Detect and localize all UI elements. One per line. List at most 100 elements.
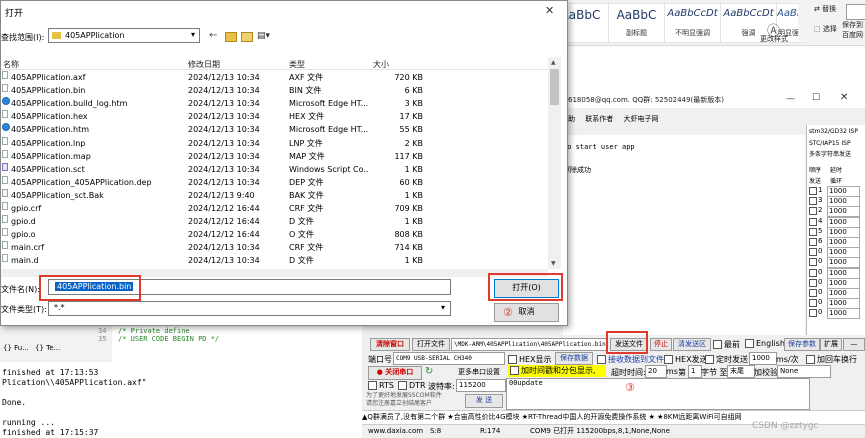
stop-button[interactable]: 停止 — [650, 338, 672, 351]
row-checkbox[interactable] — [809, 207, 817, 216]
row-checkbox[interactable] — [809, 248, 817, 257]
file-row[interactable]: gpio.d 2024/12/12 16:44 D 文件 1 KB — [1, 215, 549, 228]
collapse-button[interactable]: — — [843, 338, 865, 351]
hex-send-checkbox[interactable]: HEX发送 — [664, 354, 708, 365]
row-checkbox[interactable] — [809, 217, 817, 226]
style-gallery-item[interactable]: AaBbC 副标题 — [608, 3, 665, 43]
dtr-checkbox[interactable]: DTR — [398, 381, 426, 390]
file-row[interactable]: 405APPlication.lnp 2024/12/13 10:34 LNP 文件… — [1, 136, 549, 150]
row-checkbox[interactable] — [809, 309, 817, 318]
row-order[interactable]: 6 — [818, 237, 822, 245]
row-checkbox[interactable] — [809, 289, 817, 297]
scroll-down-icon[interactable]: ▼ — [551, 260, 556, 267]
maximize-icon[interactable]: ☐ — [812, 93, 820, 103]
english-checkbox[interactable]: English — [745, 339, 785, 348]
row-order[interactable]: 0 — [818, 268, 822, 276]
hex-display-checkbox[interactable]: HEX显示 — [508, 354, 552, 365]
row-checkbox[interactable] — [809, 187, 817, 195]
style-scroll[interactable] — [798, 3, 812, 41]
file-row[interactable]: 405APPlication.axf 2024/12/13 10:34 AXF 文件… — [1, 71, 549, 84]
save-to-button[interactable]: 保存到 — [842, 20, 863, 30]
file-row[interactable]: 405APPlication.htm 2024/12/13 10:34 Micros… — [1, 123, 549, 136]
clear-send-button[interactable]: 清发送区 — [673, 338, 711, 351]
file-row[interactable]: main.crf 2024/12/13 10:34 CRF 文件 714 KB — [1, 241, 549, 254]
minimize-icon[interactable]: — — [786, 94, 795, 104]
file-row[interactable]: 405APPlication_405APPlication.dep 2024/12… — [1, 175, 549, 189]
expand-button[interactable]: 扩展 — [820, 338, 842, 351]
send-button[interactable]: 发 送 — [465, 394, 503, 408]
menu-item[interactable]: 助 — [568, 115, 575, 123]
back-icon[interactable]: ← — [209, 30, 217, 41]
row-order[interactable]: 0 — [818, 257, 822, 265]
new-folder-icon[interactable] — [241, 32, 253, 42]
select-button[interactable]: ⬚ 选择 — [814, 24, 837, 34]
promo-text[interactable]: 为了更好地发展SSCOM软件 请您注册嘉立创结尾客户 — [366, 392, 458, 408]
timestamp-checkbox[interactable]: 加时间戳和分包显示, — [508, 365, 606, 377]
scroll-up-icon[interactable]: ▲ — [551, 59, 556, 66]
row-checkbox[interactable] — [809, 238, 817, 246]
close-icon[interactable]: ✕ — [840, 92, 848, 103]
file-row[interactable]: gpio.o 2024/12/12 16:44 O 文件 808 KB — [1, 228, 549, 241]
file-path-field[interactable]: \MDK-ARM\405APPlication\405APPlication.b… — [451, 338, 607, 351]
save-params-button[interactable]: 保存参数 — [784, 338, 820, 351]
scrollbar[interactable]: ▲ ▼ — [548, 57, 561, 269]
open-file-button[interactable]: 打开文件 — [412, 338, 450, 351]
row-delay[interactable]: 1000 — [827, 308, 860, 320]
rts-checkbox[interactable]: RTS — [368, 381, 394, 390]
change-style-button[interactable]: 更改样式 — [760, 34, 788, 44]
close-icon[interactable]: ✕ — [545, 4, 554, 17]
file-row[interactable]: gpio.crf 2024/12/12 16:44 CRF 文件 709 KB — [1, 202, 549, 215]
row-order[interactable]: 0 — [818, 247, 822, 255]
row-checkbox[interactable] — [809, 278, 817, 287]
style-gallery-item[interactable]: AaBbCcDt 不明显强调 — [664, 3, 721, 43]
row-checkbox[interactable] — [809, 299, 817, 308]
row-order[interactable]: 0 — [818, 298, 822, 306]
more-settings-link[interactable]: 更多串口设置 — [458, 367, 500, 377]
interval-input[interactable]: 1000 — [749, 352, 777, 365]
filetype-select[interactable]: *.* ▾ — [48, 301, 451, 316]
menu-item[interactable]: 联系作者 — [585, 115, 613, 123]
timed-send-checkbox[interactable]: 定时发送 — [705, 354, 748, 365]
row-order[interactable]: 1 — [818, 186, 822, 194]
ide-tab[interactable]: {} Fu... — [3, 344, 29, 352]
status-site[interactable]: www.daxia.com — [368, 425, 423, 438]
row-checkbox[interactable] — [809, 227, 817, 236]
clear-window-button[interactable]: 清除窗口 — [370, 338, 410, 351]
port-select[interactable]: COM9 USB-SERIAL CH340 — [393, 352, 505, 365]
file-row[interactable]: 405APPlication.hex 2024/12/13 10:34 HEX 文件… — [1, 110, 549, 123]
build-output[interactable]: finished at 17:13:53 Plication\\405APPli… — [0, 365, 362, 437]
topmost-checkbox[interactable]: 最前 — [713, 339, 740, 350]
baud-select[interactable]: 115200 — [456, 379, 506, 392]
recv-to-file-checkbox[interactable]: 接收数据到文件 — [597, 354, 664, 365]
row-order[interactable]: 5 — [818, 227, 822, 235]
look-in-select[interactable]: 405APPlication ▾ — [48, 28, 200, 43]
file-row[interactable]: 405APPlication.build_log.htm 2024/12/13 1… — [1, 97, 549, 110]
row-order[interactable]: 2 — [818, 206, 822, 214]
menu-item[interactable]: 大虾电子网 — [623, 115, 658, 123]
file-row[interactable]: 405APPlication_sct.Bak 2024/12/13 9:40 BAK… — [1, 188, 549, 202]
ide-tab[interactable]: {} Te... — [35, 344, 60, 352]
close-port-button[interactable]: ● 关闭串口 — [368, 366, 422, 380]
row-order[interactable]: 0 — [818, 278, 822, 286]
save-data-button[interactable]: 保存数据 — [555, 352, 593, 365]
file-row[interactable]: 405APPlication.bin 2024/12/13 10:34 BIN 文件… — [1, 84, 549, 97]
receive-area[interactable]: to start user app 擦除成功 — [563, 135, 805, 335]
view-menu-icon[interactable]: ▤▾ — [257, 31, 270, 41]
row-order[interactable]: 0 — [818, 308, 822, 316]
file-row[interactable]: 405APPlication.map 2024/12/13 10:34 MAP 文件… — [1, 149, 549, 163]
refresh-icon[interactable]: ↻ — [425, 366, 433, 377]
file-row[interactable]: main.d 2024/12/13 10:34 D 文件 1 KB — [1, 254, 549, 267]
row-order[interactable]: 4 — [818, 217, 822, 225]
row-order[interactable]: 3 — [818, 196, 822, 204]
scroll-thumb[interactable] — [550, 69, 559, 105]
byte-end-select[interactable]: 末尾 — [727, 365, 755, 378]
file-row[interactable]: 405APPlication.sct 2024/12/13 10:34 Window… — [1, 162, 549, 176]
verify-select[interactable]: None — [777, 365, 831, 378]
row-checkbox[interactable] — [809, 258, 817, 267]
replace-button[interactable]: ⇄ 替换 — [814, 4, 836, 14]
byte-start-input[interactable]: 1 — [688, 365, 702, 378]
send-input[interactable]: 00update — [506, 378, 810, 410]
up-folder-icon[interactable] — [225, 32, 237, 42]
row-order[interactable]: 0 — [818, 288, 822, 296]
row-checkbox[interactable] — [809, 268, 817, 277]
